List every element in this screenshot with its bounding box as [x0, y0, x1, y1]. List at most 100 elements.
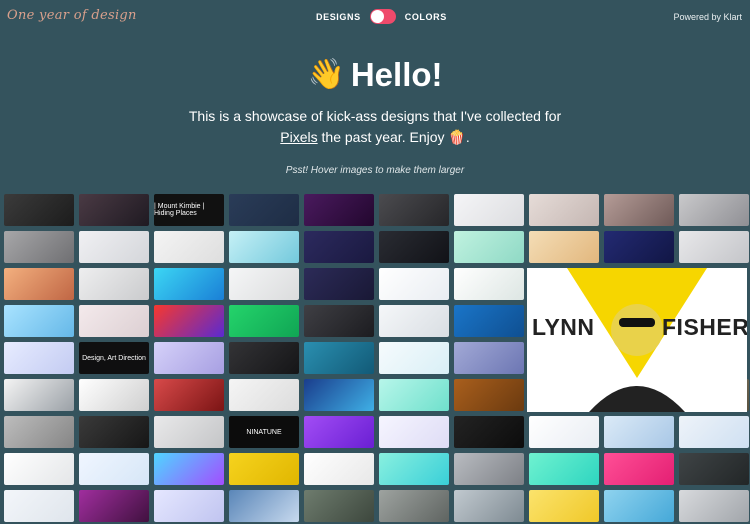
- site-logo[interactable]: One year of design: [7, 8, 137, 23]
- design-thumbnail[interactable]: [454, 453, 524, 485]
- design-thumbnail[interactable]: [379, 268, 449, 300]
- design-thumbnail[interactable]: [454, 342, 524, 374]
- colors-toggle-label[interactable]: COLORS: [405, 12, 447, 22]
- design-thumbnail[interactable]: [379, 416, 449, 448]
- design-thumbnail[interactable]: [604, 490, 674, 522]
- design-thumbnail[interactable]: [4, 416, 74, 448]
- design-thumbnail[interactable]: [229, 194, 299, 226]
- intro-paragraph: This is a showcase of kick-ass designs t…: [175, 106, 575, 148]
- designs-colors-toggle[interactable]: [369, 9, 396, 24]
- waving-hand-icon: 👋: [307, 58, 345, 91]
- design-thumbnail[interactable]: [154, 305, 224, 337]
- design-thumbnail[interactable]: [529, 194, 599, 226]
- design-thumbnail[interactable]: [4, 231, 74, 263]
- design-thumbnail[interactable]: [79, 379, 149, 411]
- designs-toggle-label[interactable]: DESIGNS: [316, 12, 361, 22]
- design-thumbnail[interactable]: [454, 231, 524, 263]
- popcorn-icon: 🍿: [448, 129, 466, 145]
- design-thumbnail[interactable]: [154, 453, 224, 485]
- design-thumbnail[interactable]: [79, 490, 149, 522]
- design-thumbnail[interactable]: [304, 453, 374, 485]
- portrait-glasses: [619, 318, 655, 327]
- design-thumbnail[interactable]: [529, 416, 599, 448]
- design-thumbnail[interactable]: [229, 231, 299, 263]
- design-thumbnail[interactable]: [679, 453, 749, 485]
- design-thumbnail[interactable]: [454, 268, 524, 300]
- design-thumbnail[interactable]: [604, 453, 674, 485]
- design-thumbnail[interactable]: [79, 268, 149, 300]
- featured-design-tile[interactable]: LYNN FISHER: [527, 268, 747, 412]
- title-text: Hello!: [350, 56, 443, 93]
- design-thumbnail[interactable]: [154, 416, 224, 448]
- intro-text: This is a showcase of kick-ass designs t…: [188, 108, 562, 124]
- thumbnail-caption: Design, Art Direction: [82, 354, 146, 362]
- design-thumbnail[interactable]: | Mount Kimbie | Hiding Places: [154, 194, 224, 226]
- toggle-knob: [370, 10, 384, 23]
- design-thumbnail[interactable]: [4, 490, 74, 522]
- design-thumbnail[interactable]: [679, 231, 749, 263]
- design-thumbnail[interactable]: [604, 416, 674, 448]
- thumbnail-caption: NINATUNE: [246, 428, 282, 436]
- design-thumbnail[interactable]: [4, 268, 74, 300]
- design-thumbnail[interactable]: [304, 305, 374, 337]
- design-thumbnail[interactable]: [304, 490, 374, 522]
- pixels-link[interactable]: Pixels: [280, 129, 317, 145]
- design-thumbnail[interactable]: [229, 342, 299, 374]
- design-thumbnail[interactable]: [604, 194, 674, 226]
- design-thumbnail[interactable]: [154, 379, 224, 411]
- design-thumbnail[interactable]: NINATUNE: [229, 416, 299, 448]
- design-thumbnail[interactable]: [4, 342, 74, 374]
- design-thumbnail[interactable]: [304, 342, 374, 374]
- design-thumbnail[interactable]: [379, 231, 449, 263]
- design-thumbnail[interactable]: [4, 453, 74, 485]
- design-thumbnail[interactable]: [304, 194, 374, 226]
- design-thumbnail[interactable]: [79, 416, 149, 448]
- design-thumbnail[interactable]: [4, 305, 74, 337]
- featured-last-name: FISHER: [662, 314, 747, 340]
- design-thumbnail[interactable]: [304, 416, 374, 448]
- design-thumbnail[interactable]: [379, 342, 449, 374]
- design-thumbnail[interactable]: [379, 305, 449, 337]
- hover-hint: Psst! Hover images to make them larger: [285, 165, 465, 176]
- design-thumbnail[interactable]: [229, 305, 299, 337]
- design-thumbnail[interactable]: Design, Art Direction: [79, 342, 149, 374]
- design-thumbnail[interactable]: [679, 416, 749, 448]
- design-thumbnail[interactable]: [79, 453, 149, 485]
- design-thumbnail[interactable]: [304, 379, 374, 411]
- page-title: 👋 Hello!: [0, 56, 750, 94]
- design-thumbnail[interactable]: [4, 379, 74, 411]
- design-thumbnail[interactable]: [79, 194, 149, 226]
- design-thumbnail[interactable]: [679, 194, 749, 226]
- design-thumbnail[interactable]: [379, 379, 449, 411]
- design-thumbnail[interactable]: [79, 305, 149, 337]
- design-thumbnail[interactable]: [529, 453, 599, 485]
- design-thumbnail[interactable]: [229, 379, 299, 411]
- design-thumbnail[interactable]: [154, 490, 224, 522]
- design-thumbnail[interactable]: [379, 490, 449, 522]
- design-thumbnail[interactable]: [454, 379, 524, 411]
- design-thumbnail[interactable]: [304, 268, 374, 300]
- design-thumbnail[interactable]: [529, 490, 599, 522]
- top-bar: One year of design DESIGNS COLORS Powere…: [0, 0, 750, 36]
- design-thumbnail[interactable]: [379, 453, 449, 485]
- design-thumbnail[interactable]: [454, 305, 524, 337]
- design-thumbnail[interactable]: [604, 231, 674, 263]
- portrait-head: [611, 304, 663, 356]
- design-thumbnail[interactable]: [154, 342, 224, 374]
- design-thumbnail[interactable]: [229, 453, 299, 485]
- intro-text-after: the past year. Enjoy: [317, 129, 449, 145]
- design-thumbnail[interactable]: [154, 268, 224, 300]
- design-thumbnail[interactable]: [4, 194, 74, 226]
- design-thumbnail[interactable]: [229, 490, 299, 522]
- powered-by-link[interactable]: Powered by Klart: [673, 12, 742, 22]
- design-thumbnail[interactable]: [454, 490, 524, 522]
- design-thumbnail[interactable]: [79, 231, 149, 263]
- design-thumbnail[interactable]: [679, 490, 749, 522]
- design-thumbnail[interactable]: [454, 194, 524, 226]
- design-thumbnail[interactable]: [229, 268, 299, 300]
- design-thumbnail[interactable]: [304, 231, 374, 263]
- design-thumbnail[interactable]: [379, 194, 449, 226]
- design-thumbnail[interactable]: [529, 231, 599, 263]
- design-thumbnail[interactable]: [154, 231, 224, 263]
- design-thumbnail[interactable]: [454, 416, 524, 448]
